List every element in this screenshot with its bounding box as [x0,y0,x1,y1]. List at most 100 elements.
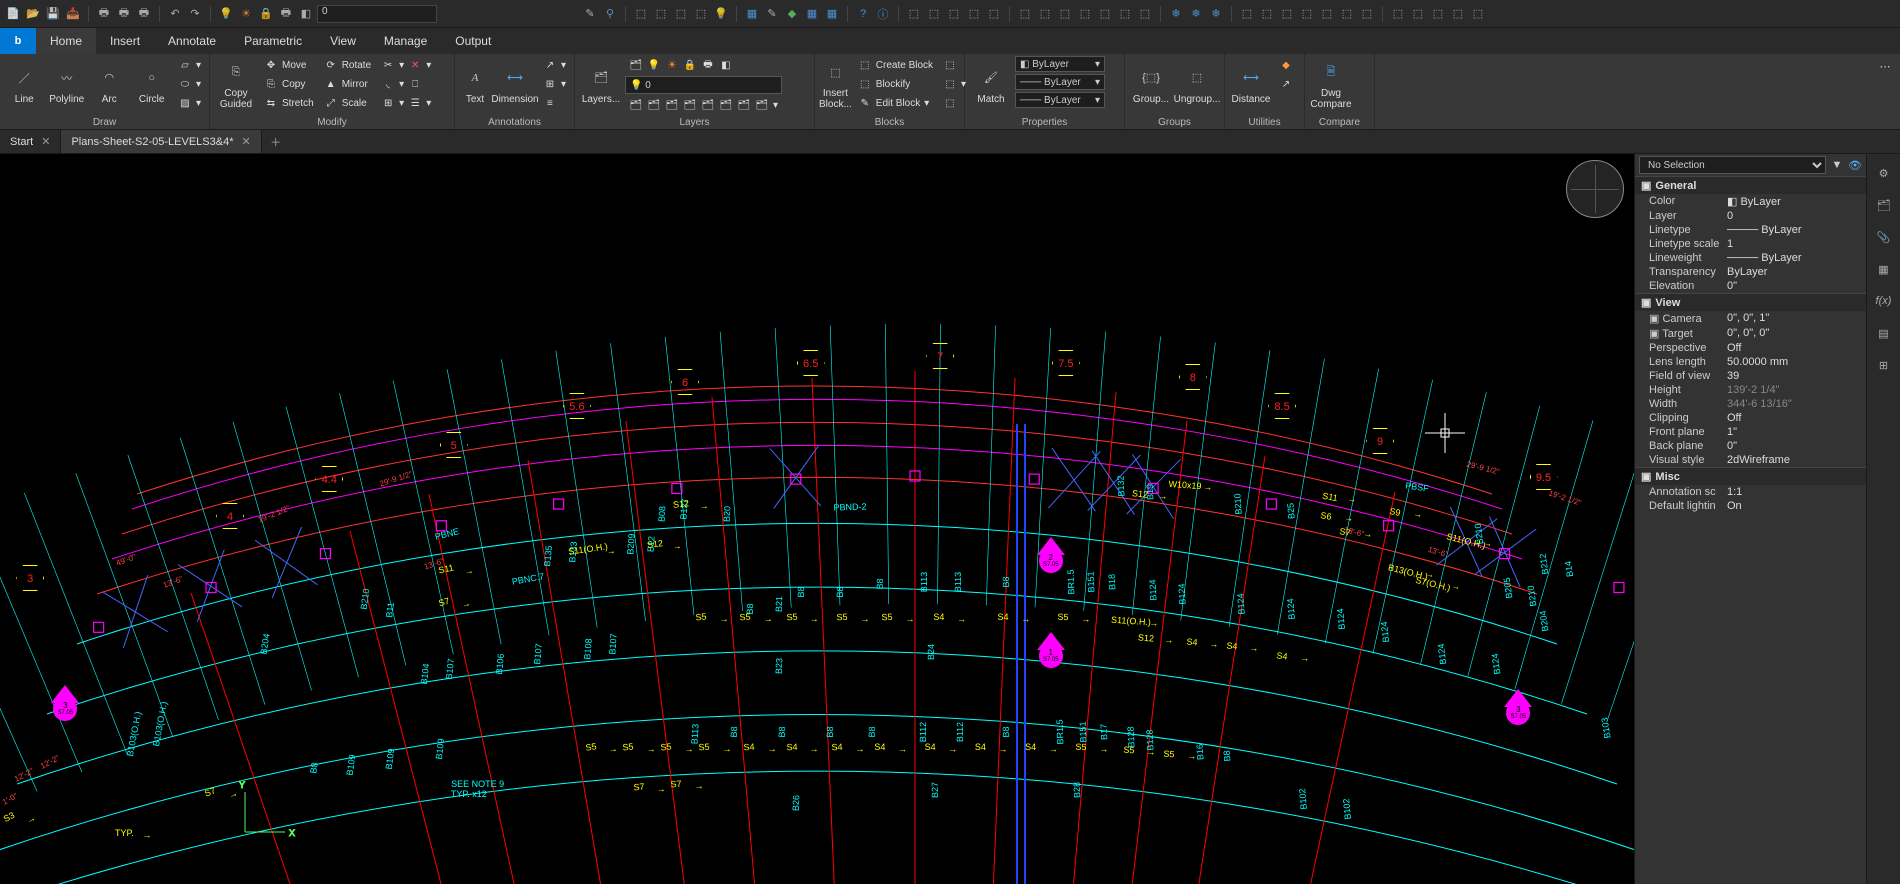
panel-title-draw[interactable]: Draw [4,116,205,129]
tab-manage[interactable]: Manage [370,28,441,54]
apps-icon[interactable]: ⊞ [1873,354,1895,376]
printer-small-icon[interactable]: 🖶 [277,5,295,23]
tool-icon[interactable]: ⬚ [1096,5,1114,23]
prop-val[interactable]: 344'-6 13/16" [1727,398,1866,410]
tool-icon[interactable]: ❄ [1167,5,1185,23]
panel-title-properties[interactable]: Properties [969,116,1120,129]
tool-icon[interactable]: ⬚ [925,5,943,23]
tool-icon[interactable]: ⬚ [632,5,650,23]
panel-title-blocks[interactable]: Blocks [819,116,960,129]
prop-val[interactable]: 0" [1727,280,1866,292]
undo-icon[interactable]: ↶ [166,5,184,23]
line-button[interactable]: ／Line [4,56,44,112]
tool-icon[interactable]: ⬚ [1298,5,1316,23]
print-icon[interactable]: 🖶 [95,5,113,23]
tool-icon[interactable]: ⬚ [1409,5,1427,23]
tool-icon[interactable]: ✎ [763,5,781,23]
attach-icon[interactable]: 📎 [1873,226,1895,248]
draw-small-3[interactable]: ▨▾ [174,94,205,112]
add-tab-button[interactable]: ＋ [262,130,290,153]
array-button[interactable]: ⊞▾ ☰▾ [377,94,435,112]
tool-icon[interactable]: ⬚ [1056,5,1074,23]
mirror-button[interactable]: ▲Mirror [320,75,375,93]
polyline-button[interactable]: 〰Polyline [46,56,86,112]
tool-icon[interactable]: ⬚ [965,5,983,23]
prop-val[interactable]: 1:1 [1727,486,1866,498]
publish-icon[interactable]: 🖶 [135,5,153,23]
open-folder-icon[interactable]: 📂 [24,5,42,23]
panel-title-groups[interactable]: Groups [1129,116,1220,129]
close-icon[interactable]: ✕ [242,135,251,148]
tool-icon[interactable]: ⬚ [1389,5,1407,23]
tool-icon[interactable]: ⬚ [1278,5,1296,23]
stretch-button[interactable]: ⇆Stretch [260,94,318,112]
linetype-combo[interactable]: ─── ByLayer▾ [1015,74,1105,90]
tab-view[interactable]: View [316,28,370,54]
annot-small-2[interactable]: ⊞▾ [539,75,570,93]
layer-quick-combo[interactable]: 0 [317,5,437,23]
fillet-button[interactable]: ◟▾ ⎕ [377,75,435,93]
sun-icon[interactable]: ☀ [237,5,255,23]
grid-icon[interactable]: ▦ [1873,258,1895,280]
app-icon[interactable]: b [0,28,36,54]
copyguided-button[interactable]: ⎘Copy Guided [214,56,258,112]
drawing-canvas[interactable]: Y X [0,154,1634,884]
move-button[interactable]: ✥Move [260,56,318,74]
prop-val[interactable]: 0" [1727,440,1866,452]
prop-val[interactable]: 0 [1727,210,1866,222]
match-button[interactable]: 🖌Match [969,56,1013,112]
tool-icon[interactable]: ⬚ [1136,5,1154,23]
tool-icon[interactable]: ❄ [1207,5,1225,23]
tab-home[interactable]: Home [36,28,96,54]
prop-val[interactable]: 0", 0", 0" [1727,327,1866,340]
layer-combo[interactable]: 💡 0 [625,76,782,94]
tool-icon[interactable]: ❄ [1187,5,1205,23]
section-view[interactable]: ▣ View [1635,293,1866,311]
info-icon[interactable]: ⓘ [874,5,892,23]
ungroup-button[interactable]: ⬚Ungroup... [1175,56,1219,112]
lineweight-combo[interactable]: ─── ByLayer▾ [1015,92,1105,108]
prop-val[interactable]: Off [1727,342,1866,354]
settings-icon[interactable]: ⚙ [1873,162,1895,184]
selection-combo[interactable]: No Selection [1639,156,1826,174]
tab-output[interactable]: Output [441,28,505,54]
tab-annotate[interactable]: Annotate [154,28,230,54]
tool-icon[interactable]: ⬚ [1016,5,1034,23]
draw-small-1[interactable]: ▱▾ [174,56,205,74]
function-icon[interactable]: f(x) [1873,290,1895,312]
prop-val[interactable]: 0", 0", 1" [1727,312,1866,325]
rotate-button[interactable]: ⟳Rotate [320,56,375,74]
section-misc[interactable]: ▣ Misc [1635,467,1866,485]
layer-row2[interactable]: 🗂🗂🗂🗂🗂🗂🗂🗂▾ [625,96,782,114]
tool-icon[interactable]: ⬚ [1358,5,1376,23]
tool-icon[interactable]: ▦ [803,5,821,23]
eye-icon[interactable]: 👁 [1848,158,1862,172]
layer-row1[interactable]: 🗂💡☀🔒🖶◧ [625,56,782,74]
prop-val[interactable]: 39 [1727,370,1866,382]
tool-icon[interactable]: ⬚ [1429,5,1447,23]
tool-icon[interactable]: ⚲ [601,5,619,23]
tab-parametric[interactable]: Parametric [230,28,316,54]
prop-val[interactable]: 2dWireframe [1727,454,1866,466]
circle-button[interactable]: ○Circle [131,56,171,112]
editblock-button[interactable]: ✎Edit Block▾ [854,94,937,112]
close-icon[interactable]: ✕ [41,135,50,148]
tab-insert[interactable]: Insert [96,28,154,54]
layers-icon[interactable]: 🗂 [1873,194,1895,216]
prop-val[interactable]: Off [1727,412,1866,424]
prop-val[interactable]: 1" [1727,426,1866,438]
tool-icon[interactable]: ⬚ [1116,5,1134,23]
tool-icon[interactable]: ▦ [743,5,761,23]
prop-val[interactable]: On [1727,500,1866,512]
print-preview-icon[interactable]: 🖶 [115,5,133,23]
panel-icon[interactable]: ▤ [1873,322,1895,344]
prop-val[interactable]: ──── ByLayer [1727,224,1866,236]
tool-icon[interactable]: ⬚ [985,5,1003,23]
arc-button[interactable]: ◠Arc [89,56,129,112]
tool-icon[interactable]: ⬚ [1258,5,1276,23]
tool-icon[interactable]: ⬚ [945,5,963,23]
ribbon-overflow-icon[interactable]: ⋯ [1870,54,1900,129]
section-general[interactable]: ▣ General [1635,176,1866,194]
dwgcompare-button[interactable]: 🗎Dwg Compare [1309,56,1353,112]
color-swatch-icon[interactable]: ◧ [297,5,315,23]
